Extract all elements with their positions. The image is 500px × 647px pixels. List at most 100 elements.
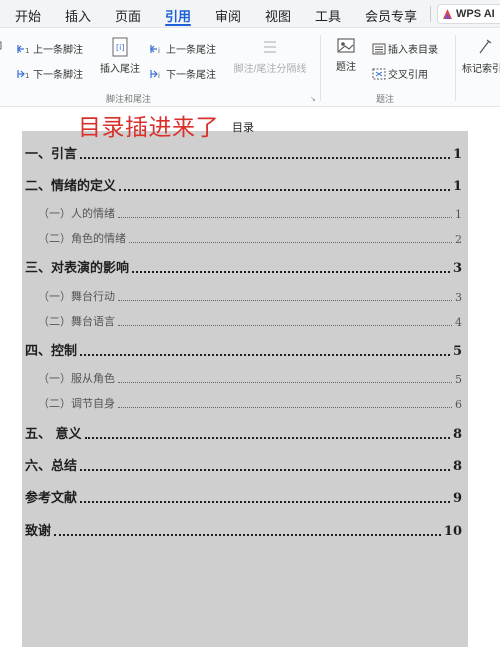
toc-leader xyxy=(80,469,450,471)
toc-entry-page: 3 xyxy=(452,261,462,276)
mark-index-button[interactable]: 标记索引 xyxy=(462,37,500,75)
ribbon-cut-off-item[interactable] xyxy=(0,40,5,51)
toc-entry-text: （一）人的情绪 xyxy=(38,207,115,220)
toc-leader xyxy=(80,354,450,356)
footnote-separator-icon xyxy=(264,41,276,53)
caption-button[interactable]: 题注 xyxy=(331,37,361,73)
toc-entry-page: 4 xyxy=(455,316,462,329)
toc-entry-text: （二）角色的情绪 xyxy=(38,232,126,245)
toc-leader xyxy=(118,382,452,383)
toc-entry[interactable]: 致谢 10 xyxy=(25,520,462,539)
annotation-text: 目录插进来了 xyxy=(78,114,219,140)
toc-entry[interactable]: （一）服从角色 5 xyxy=(38,370,462,386)
toc-leader xyxy=(80,157,450,159)
toc-entry-page: 3 xyxy=(455,291,462,304)
toc-entry[interactable]: （一）舞台行动 3 xyxy=(38,288,462,304)
toc-entry[interactable]: 四、控制 5 xyxy=(25,340,462,359)
toc-leader xyxy=(118,300,452,301)
toc-entry[interactable]: （二）舞台语言 4 xyxy=(38,313,462,329)
toc-entry[interactable]: 五、 意义 8 xyxy=(25,423,462,442)
tab-references[interactable]: 引用 xyxy=(165,6,191,25)
menu-divider xyxy=(430,6,431,22)
tab-home[interactable]: 开始 xyxy=(15,6,41,25)
toc-title: 目录 xyxy=(232,122,254,134)
tab-insert[interactable]: 插入 xyxy=(65,6,91,25)
prev-endnote-button[interactable]: i 上一条尾注 xyxy=(150,41,216,56)
tab-tools[interactable]: 工具 xyxy=(315,6,341,25)
cut-off-icon xyxy=(0,41,2,50)
toc-entry-text: 三、对表演的影响 xyxy=(25,261,130,276)
active-tab-indicator xyxy=(165,24,191,26)
toc-leader xyxy=(118,407,452,408)
toc-leader xyxy=(118,217,452,218)
toc-entry[interactable]: （二）角色的情绪 2 xyxy=(38,230,462,246)
toc-leader xyxy=(132,271,450,273)
toc-entry-text: 五、 意义 xyxy=(25,427,82,442)
toc-entry-page: 1 xyxy=(452,179,462,194)
prev-footnote-button[interactable]: 1 上一条脚注 xyxy=(17,41,83,56)
caption-group-label: 题注 xyxy=(376,94,395,104)
wps-ai-button[interactable]: WPS AI xyxy=(437,4,500,24)
toc-entry-page: 1 xyxy=(452,147,462,162)
insert-endnote-button[interactable]: [i] 插入尾注 xyxy=(97,37,143,75)
prev-endnote-label: 上一条尾注 xyxy=(166,45,216,56)
toc-entry-text: 一、引言 xyxy=(25,147,78,162)
next-footnote-icon: 1 xyxy=(17,69,29,80)
mark-index-icon xyxy=(479,39,492,54)
toc-entry[interactable]: （一）人的情绪 1 xyxy=(38,205,462,221)
toc-entry-page: 5 xyxy=(455,373,462,386)
caption-label: 题注 xyxy=(336,62,356,73)
footnote-separator-button[interactable]: 脚注/尾注分隔线 xyxy=(228,37,312,75)
toc-entry-text: （一）舞台行动 xyxy=(38,290,115,303)
toc-leader xyxy=(84,437,450,439)
group-launcher-icon[interactable]: ↘ xyxy=(310,95,316,103)
cross-reference-button[interactable]: 交叉引用 xyxy=(372,66,428,81)
toc-entry[interactable]: 六、总结 8 xyxy=(25,455,462,474)
tab-member[interactable]: 会员专享 xyxy=(365,6,417,25)
insert-table-of-figures-label: 插入表目录 xyxy=(388,45,438,56)
toc-entry-page: 8 xyxy=(452,459,462,474)
svg-text:1: 1 xyxy=(25,72,29,80)
toc-entry[interactable]: （二）调节自身 6 xyxy=(38,395,462,411)
toc-leader xyxy=(119,189,450,191)
tab-page[interactable]: 页面 xyxy=(115,6,141,25)
tab-review[interactable]: 审阅 xyxy=(215,6,241,25)
prev-footnote-label: 上一条脚注 xyxy=(33,45,83,56)
next-footnote-button[interactable]: 1 下一条脚注 xyxy=(17,66,83,81)
toc-entry[interactable]: 二、情绪的定义 1 xyxy=(25,175,462,194)
next-endnote-icon: i xyxy=(150,69,160,80)
toc-entry-page: 6 xyxy=(455,398,462,411)
wps-ai-label: WPS AI xyxy=(456,8,495,20)
mark-index-label: 标记索引 xyxy=(462,64,500,75)
toc-leader xyxy=(54,534,441,536)
toc-entry-page: 9 xyxy=(452,491,462,506)
toc-entry[interactable]: 一、引言 1 xyxy=(25,143,462,162)
insert-endnote-label: 插入尾注 xyxy=(100,64,140,75)
caption-icon xyxy=(337,38,355,53)
menu-bar: 开始 插入 页面 引用 审阅 视图 工具 会员专享 WPS AI xyxy=(0,0,500,28)
toc-leader xyxy=(129,242,452,243)
next-footnote-label: 下一条脚注 xyxy=(33,70,83,81)
svg-text:i: i xyxy=(158,72,160,80)
svg-text:i: i xyxy=(158,47,160,55)
toc-entry[interactable]: 参考文献 9 xyxy=(25,487,462,506)
next-endnote-button[interactable]: i 下一条尾注 xyxy=(150,66,216,81)
tab-view[interactable]: 视图 xyxy=(265,6,291,25)
toc-entry-page: 2 xyxy=(455,233,462,246)
toc-entry[interactable]: 三、对表演的影响 3 xyxy=(25,257,462,276)
prev-endnote-icon: i xyxy=(150,44,160,55)
cross-reference-icon xyxy=(372,68,386,79)
toc-leader xyxy=(80,501,450,503)
toc-leader xyxy=(118,325,452,326)
next-endnote-label: 下一条尾注 xyxy=(166,70,216,81)
svg-text:[i]: [i] xyxy=(116,43,124,52)
cross-reference-label: 交叉引用 xyxy=(388,70,428,81)
document-page[interactable]: 目录插进来了 目录 一、引言 1 二、情绪的定义 1 （一）人的情绪 1 （二）… xyxy=(0,108,500,647)
svg-text:1: 1 xyxy=(25,47,29,55)
toc-entry-page: 10 xyxy=(443,524,462,539)
toc-entry-text: 二、情绪的定义 xyxy=(25,179,117,194)
group-divider xyxy=(320,35,321,101)
insert-table-of-figures-button[interactable]: 插入表目录 xyxy=(372,41,438,56)
table-of-figures-icon xyxy=(372,43,386,54)
prev-footnote-icon: 1 xyxy=(17,44,29,55)
